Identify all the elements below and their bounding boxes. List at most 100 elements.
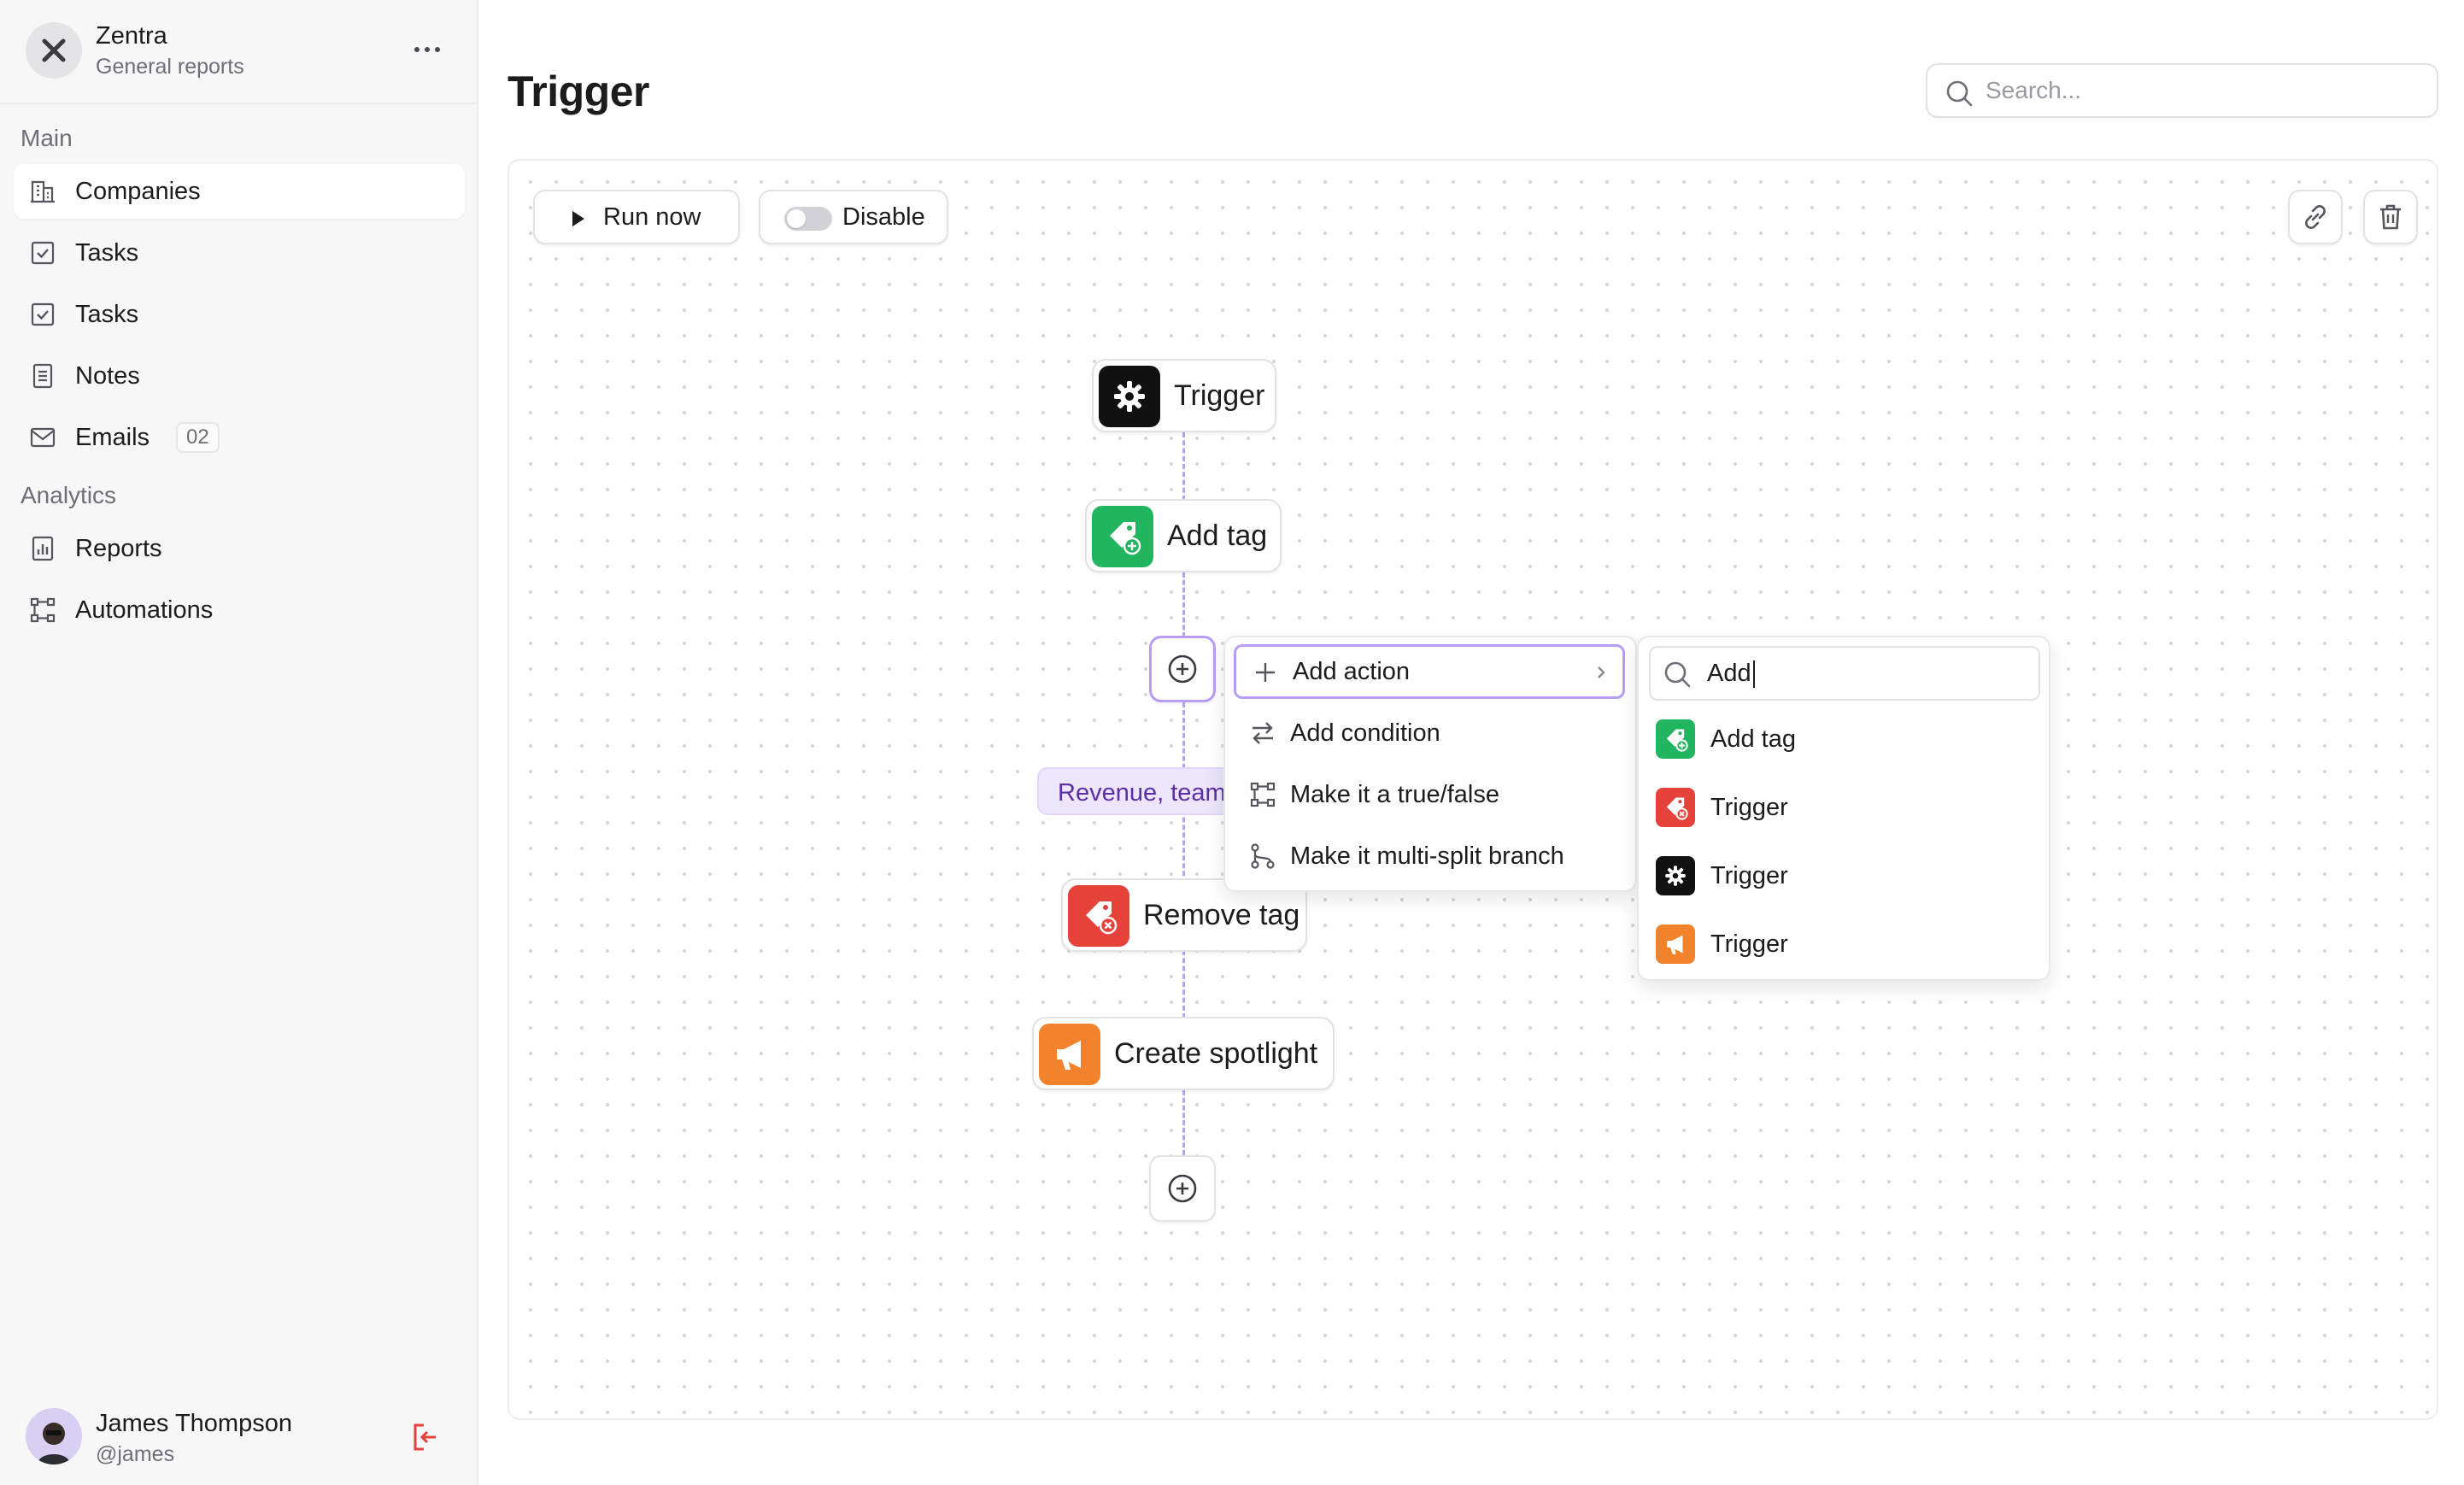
result-item[interactable]: Trigger — [1649, 914, 2042, 974]
menu-item-label: Make it a true/false — [1290, 780, 1499, 808]
flow-node-label: Create spotlight — [1114, 1036, 1318, 1070]
result-label: Trigger — [1710, 861, 1788, 889]
tag-remove-icon — [1068, 885, 1129, 947]
flow-node-trigger[interactable]: Trigger — [1092, 359, 1276, 432]
add-step-button[interactable] — [1149, 1155, 1216, 1222]
flow-connector — [1182, 1090, 1185, 1155]
sidebar-item-tasks[interactable]: Tasks — [14, 226, 465, 280]
building-icon — [31, 180, 55, 203]
logout-icon[interactable] — [408, 1420, 443, 1454]
split-icon — [1251, 843, 1275, 869]
close-icon — [42, 38, 66, 62]
action-search-field[interactable]: Add — [1649, 646, 2040, 701]
link-icon — [2305, 205, 2326, 229]
sidebar-item-label: Emails — [75, 423, 150, 451]
workspace-logo — [26, 22, 82, 79]
gear-icon — [1099, 366, 1160, 427]
flow-connector — [1182, 572, 1185, 637]
checkbox-icon — [31, 302, 55, 326]
sidebar-item-label: Notes — [75, 361, 140, 390]
sidebar-item-emails[interactable]: Emails 02 — [14, 410, 465, 465]
sidebar-item-label: Tasks — [75, 238, 139, 267]
flow-node-label: Remove tag — [1143, 898, 1300, 931]
sidebar-item-notes[interactable]: Notes — [14, 349, 465, 403]
sidebar-item-companies[interactable]: Companies — [14, 164, 465, 219]
section-label-analytics: Analytics — [21, 482, 117, 508]
plus-circle-icon — [1168, 1174, 1197, 1203]
menu-item-label: Add condition — [1290, 719, 1440, 747]
search-input[interactable] — [1986, 65, 2421, 116]
sidebar-item-label: Reports — [75, 534, 162, 562]
action-search-input[interactable]: Add — [1707, 660, 1755, 689]
result-item[interactable]: Trigger — [1649, 846, 2042, 906]
flow-node-create-spotlight[interactable]: Create spotlight — [1032, 1017, 1335, 1090]
sidebar-item-label: Tasks — [75, 300, 139, 328]
checkbox-icon — [31, 241, 55, 265]
workspace-name: Zentra — [96, 22, 167, 50]
result-item[interactable]: Trigger — [1649, 778, 2042, 837]
result-item[interactable]: Add tag — [1649, 709, 2042, 769]
search-icon — [1664, 661, 1691, 688]
menu-item-label: Make it multi-split branch — [1290, 842, 1564, 870]
swap-icon — [1253, 722, 1273, 744]
toggle-switch[interactable] — [784, 207, 832, 231]
link-button[interactable] — [2288, 190, 2343, 244]
branch-icon — [1250, 782, 1276, 807]
run-now-label: Run now — [603, 202, 701, 231]
flow-node-add-tag[interactable]: Add tag — [1085, 499, 1282, 572]
flow-connector — [1182, 950, 1185, 1018]
mail-icon — [30, 427, 56, 448]
search-icon — [1946, 80, 1973, 107]
trash-icon — [2380, 204, 2401, 230]
menu-item-multi-split[interactable]: Make it multi-split branch — [1234, 829, 1625, 883]
count-badge: 02 — [176, 422, 220, 453]
search-box[interactable] — [1926, 63, 2438, 118]
sidebar-item-label: Automations — [75, 596, 214, 624]
menu-item-label: Add action — [1293, 657, 1411, 685]
chevron-right-icon — [1598, 666, 1605, 678]
sidebar-item-label: Companies — [75, 177, 201, 205]
plus-icon — [1256, 663, 1275, 682]
user-name: James Thompson — [96, 1410, 292, 1437]
workspace-subtitle: General reports — [96, 55, 244, 79]
action-search-menu: Add Add tag Trigger Trigger Trigger — [1637, 636, 2050, 981]
tag-add-icon — [1092, 506, 1153, 567]
automation-icon — [30, 597, 56, 623]
more-options-icon[interactable] — [403, 34, 451, 65]
menu-item-add-condition[interactable]: Add condition — [1234, 706, 1625, 760]
flow-node-label: Add tag — [1167, 519, 1268, 552]
user-profile[interactable]: James Thompson @james — [0, 1384, 477, 1485]
sidebar-item-tasks[interactable]: Tasks — [14, 287, 465, 342]
menu-item-true-false[interactable]: Make it a true/false — [1234, 767, 1625, 822]
result-label: Trigger — [1710, 930, 1788, 958]
add-step-menu: Add action Add condition Make it a true/… — [1223, 636, 1637, 892]
flow-node-label: Trigger — [1174, 379, 1265, 412]
add-step-button[interactable] — [1149, 636, 1216, 702]
delete-button[interactable] — [2363, 190, 2418, 244]
tag-remove-icon — [1656, 788, 1695, 827]
workspace-switcher[interactable]: Zentra General reports — [0, 0, 477, 104]
sidebar-item-reports[interactable]: Reports — [14, 521, 465, 576]
sidebar-item-automations[interactable]: Automations — [14, 583, 465, 637]
result-label: Trigger — [1710, 793, 1788, 821]
plus-circle-icon — [1168, 654, 1197, 684]
report-icon — [32, 536, 54, 561]
gear-icon — [1656, 856, 1695, 895]
play-icon — [572, 211, 584, 226]
megaphone-icon — [1039, 1024, 1100, 1085]
user-handle: @james — [96, 1442, 175, 1466]
branch-label[interactable]: Revenue, team — [1037, 767, 1247, 815]
megaphone-icon — [1656, 924, 1695, 964]
menu-item-add-action[interactable]: Add action — [1234, 644, 1625, 699]
sidebar: Zentra General reports Main Companies Ta… — [0, 0, 478, 1485]
disable-label: Disable — [842, 202, 925, 231]
disable-button[interactable]: Disable — [759, 190, 948, 244]
section-label-main: Main — [21, 125, 73, 151]
run-now-button[interactable]: Run now — [533, 190, 740, 244]
avatar — [26, 1408, 82, 1464]
page-title: Trigger — [507, 68, 649, 115]
notes-icon — [32, 363, 53, 389]
flow-connector — [1182, 432, 1185, 501]
result-label: Add tag — [1710, 725, 1796, 753]
tag-add-icon — [1656, 719, 1695, 759]
